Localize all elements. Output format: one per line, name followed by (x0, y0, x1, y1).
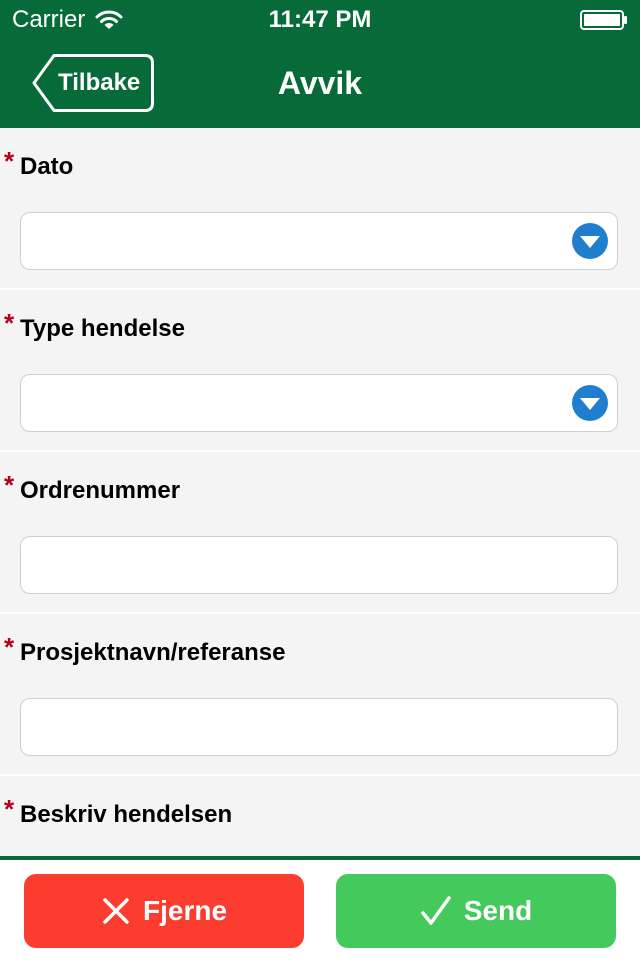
field-project-reference: * Prosjektnavn/referanse (0, 614, 640, 776)
checkmark-icon (421, 896, 451, 925)
event-type-dropdown[interactable] (20, 374, 618, 432)
header: Carrier 11:47 PM Tilbake Avvik (0, 0, 640, 128)
field-label: Type hendelse (20, 315, 185, 342)
required-marker: * (4, 146, 15, 176)
field-label: Prosjektnavn/referanse (20, 639, 286, 666)
required-marker: * (4, 794, 15, 824)
status-bar: Carrier 11:47 PM (0, 0, 640, 40)
close-icon (103, 898, 129, 924)
field-description: * Beskriv hendelsen (0, 776, 640, 856)
field-event-type: * Type hendelse (0, 290, 640, 452)
page-title: Avvik (277, 65, 363, 101)
field-label: Dato (20, 153, 74, 180)
order-number-input[interactable] (20, 536, 618, 594)
required-marker: * (4, 632, 15, 662)
remove-button-label: Fjerne (142, 895, 228, 926)
chevron-down-icon (572, 385, 608, 421)
battery-icon (580, 10, 628, 30)
send-button-label: Send (463, 895, 533, 926)
required-marker: * (4, 308, 15, 338)
required-marker: * (4, 470, 15, 500)
status-time: 11:47 PM (268, 6, 372, 33)
field-label: Ordrenummer (20, 477, 181, 504)
chevron-down-icon (572, 223, 608, 259)
field-order-number: * Ordrenummer (0, 452, 640, 614)
field-date: * Dato (0, 128, 640, 290)
project-reference-input[interactable] (20, 698, 618, 756)
field-label: Beskriv hendelsen (20, 801, 233, 828)
bottom-action-bar: Fjerne Send (0, 856, 640, 960)
form: * Dato * Type hendelse * Ordrenummer * P… (0, 128, 640, 856)
remove-button[interactable]: Fjerne (24, 874, 304, 948)
send-button[interactable]: Send (336, 874, 616, 948)
date-dropdown[interactable] (20, 212, 618, 270)
